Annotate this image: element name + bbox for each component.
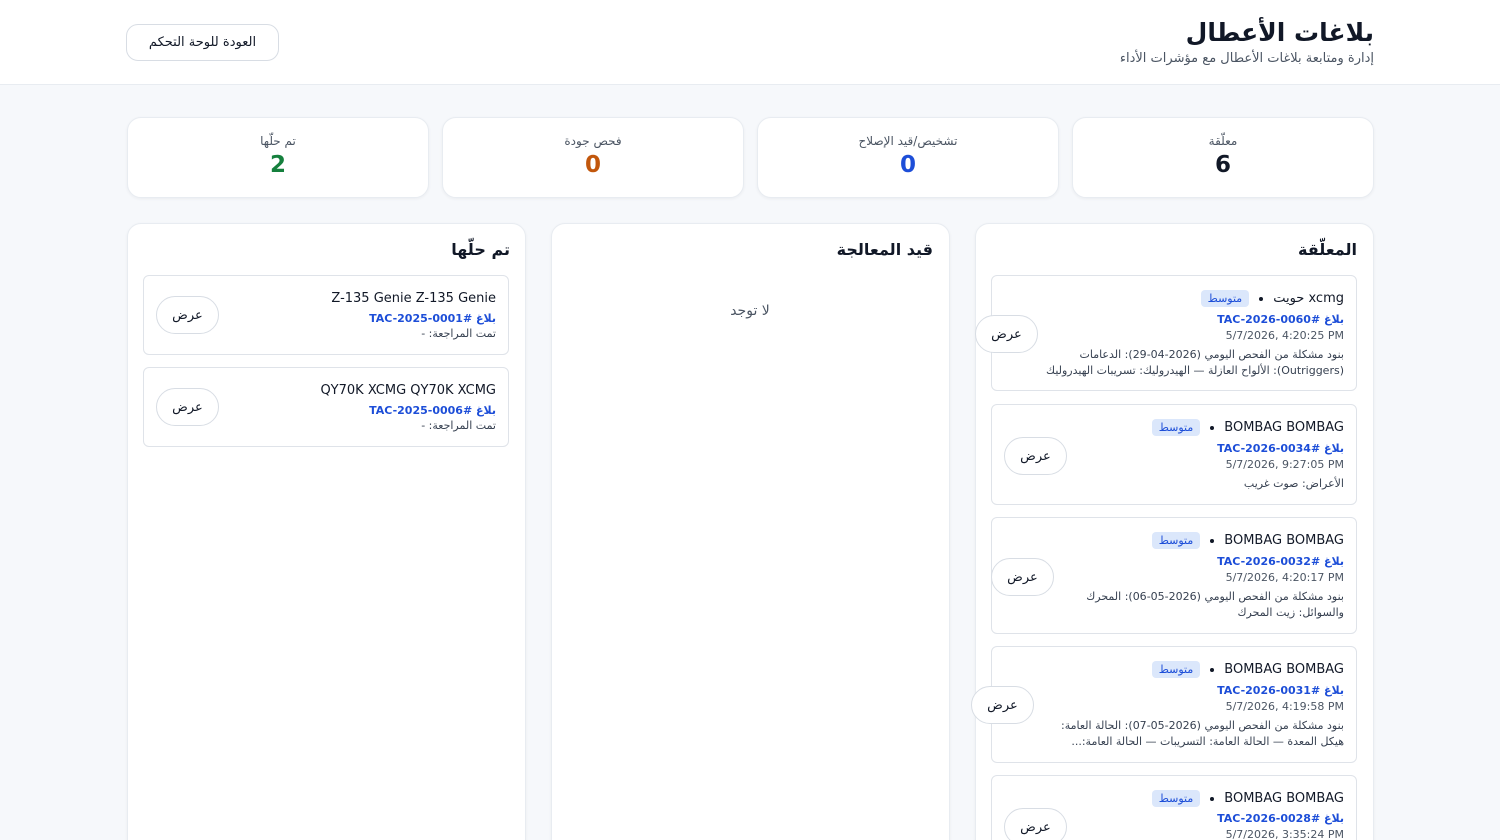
card-title: QY70K XCMG QY70K XCMG — [320, 383, 496, 398]
ticket-date: 5/7/2026, 9:27:05 PM — [1225, 458, 1344, 471]
separator-dot — [1210, 425, 1215, 430]
ticket-card[interactable]: xcmg حويت متوسط بلاغ #TAC-2026-0060 5/7/… — [991, 275, 1357, 391]
resolved-column-title: تم حلّها — [451, 240, 510, 259]
page-header: بلاغات الأعطال إدارة ومتابعة بلاغات الأع… — [0, 0, 1500, 85]
priority-badge: متوسط — [1151, 790, 1201, 807]
priority-badge: متوسط — [1151, 532, 1201, 549]
description-line: الأعراض: صوت غريب — [1243, 477, 1344, 490]
ticket-number: بلاغ #TAC-2026-0060 — [1217, 313, 1344, 326]
stat-card-quality-check: فحص جودة 0 — [442, 117, 744, 198]
review-status: تمت المراجعة: - — [421, 327, 496, 340]
view-button[interactable]: عرض — [156, 296, 219, 334]
ticket-number: بلاغ #TAC-2025-0001 — [369, 312, 496, 325]
review-status: تمت المراجعة: - — [421, 419, 496, 432]
description-line: بنود مشكلة من الفحص اليومي (2026-04-29):… — [1079, 348, 1344, 361]
priority-badge: متوسط — [1151, 661, 1201, 678]
view-button[interactable]: عرض — [1004, 437, 1067, 475]
stat-value: 2 — [269, 152, 286, 178]
card-title: BOMBAG BOMBAG متوسط — [1151, 661, 1344, 678]
priority-badge: متوسط — [1151, 419, 1201, 436]
equipment-name: BOMBAG BOMBAG — [1224, 791, 1344, 806]
resolved-ticket-card[interactable]: Z-135 Genie Z-135 Genie بلاغ #TAC-2025-0… — [143, 275, 509, 355]
stat-card-resolved: تم حلّها 2 — [127, 117, 429, 198]
ticket-date: 5/7/2026, 4:20:17 PM — [1225, 571, 1344, 584]
description-line: (Outriggers): الألواح العازلة — الهيدرول… — [1046, 364, 1344, 377]
equipment-name: BOMBAG BOMBAG — [1224, 533, 1344, 548]
resolved-ticket-card[interactable]: QY70K XCMG QY70K XCMG بلاغ #TAC-2025-000… — [143, 367, 509, 447]
separator-dot — [1210, 796, 1215, 801]
view-button[interactable]: عرض — [156, 388, 219, 426]
pending-column-title: المعلّقة — [1298, 240, 1357, 259]
card-title: BOMBAG BOMBAG متوسط — [1151, 532, 1344, 549]
ticket-card[interactable]: BOMBAG BOMBAG متوسط بلاغ #TAC-2026-0031 … — [991, 646, 1357, 763]
view-button[interactable]: عرض — [1004, 808, 1067, 840]
ticket-number: بلاغ #TAC-2026-0031 — [1217, 684, 1344, 697]
ticket-number: بلاغ #TAC-2025-0006 — [369, 404, 496, 417]
ticket-number: بلاغ #TAC-2026-0034 — [1217, 442, 1344, 455]
ticket-description: بنود مشكلة من الفحص اليومي (2026-05-07):… — [1061, 718, 1344, 750]
ticket-card[interactable]: BOMBAG BOMBAG متوسط بلاغ #TAC-2026-0032 … — [991, 517, 1357, 634]
stat-card-diagnosis: تشخيص/قيد الإصلاح 0 — [757, 117, 1059, 198]
view-button[interactable]: عرض — [971, 686, 1034, 724]
equipment-name: QY70K XCMG QY70K XCMG — [320, 383, 496, 398]
description-line: بنود مشكلة من الفحص اليومي (2026-05-07):… — [1061, 719, 1344, 732]
empty-state: لا توجد — [730, 303, 770, 319]
separator-dot — [1259, 296, 1264, 301]
ticket-number: بلاغ #TAC-2026-0032 — [1217, 555, 1344, 568]
description-line: بنود مشكلة من الفحص اليومي (2026-05-06):… — [1086, 590, 1344, 603]
equipment-name: BOMBAG BOMBAG — [1224, 662, 1344, 677]
view-button[interactable]: عرض — [975, 315, 1038, 353]
equipment-name: BOMBAG BOMBAG — [1224, 420, 1344, 435]
stat-label: تشخيص/قيد الإصلاح — [858, 134, 958, 148]
ticket-date: 5/7/2026, 4:19:58 PM — [1225, 700, 1344, 713]
equipment-name: xcmg حويت — [1273, 291, 1344, 306]
ticket-description: الأعراض: صوت غريب — [1244, 476, 1344, 492]
stat-label: تم حلّها — [260, 134, 296, 148]
ticket-date: 5/7/2026, 4:20:25 PM — [1225, 329, 1344, 342]
stat-label: فحص جودة — [564, 134, 622, 148]
page-subtitle: إدارة ومتابعة بلاغات الأعطال مع مؤشرات ا… — [1119, 51, 1374, 66]
stat-value: 0 — [899, 152, 916, 178]
ticket-card[interactable]: BOMBAG BOMBAG متوسط بلاغ #TAC-2026-0034 … — [991, 404, 1357, 505]
card-title: BOMBAG BOMBAG متوسط — [1151, 419, 1344, 436]
separator-dot — [1210, 538, 1215, 543]
in-progress-column-title: قيد المعالجة — [836, 240, 933, 259]
stat-value: 6 — [1214, 152, 1231, 178]
card-title: Z-135 Genie Z-135 Genie — [331, 291, 496, 306]
equipment-name: Z-135 Genie Z-135 Genie — [331, 291, 496, 306]
stat-label: معلّقة — [1208, 134, 1238, 148]
stat-value: 0 — [584, 152, 601, 178]
ticket-number: بلاغ #TAC-2026-0028 — [1217, 812, 1344, 825]
ticket-card[interactable]: BOMBAG BOMBAG متوسط بلاغ #TAC-2026-0028 … — [991, 775, 1357, 840]
card-title: BOMBAG BOMBAG متوسط — [1151, 790, 1344, 807]
description-line: والسوائل: زيت المحرك — [1237, 606, 1344, 619]
ticket-description: بنود مشكلة من الفحص اليومي (2026-05-06):… — [1086, 589, 1344, 621]
page-title: بلاغات الأعطال — [1185, 18, 1374, 47]
card-title: xcmg حويت متوسط — [1200, 290, 1344, 307]
ticket-description: بنود مشكلة من الفحص اليومي (2026-04-29):… — [1046, 347, 1344, 379]
separator-dot — [1210, 667, 1215, 672]
ticket-date: 5/7/2026, 3:35:24 PM — [1225, 828, 1344, 840]
back-to-dashboard-button[interactable]: العودة للوحة التحكم — [126, 24, 279, 61]
priority-badge: متوسط — [1200, 290, 1250, 307]
stat-card-pending: معلّقة 6 — [1072, 117, 1374, 198]
view-button[interactable]: عرض — [991, 558, 1054, 596]
description-line: هيكل المعدة — الحالة العامة: التسريبات —… — [1071, 735, 1344, 748]
